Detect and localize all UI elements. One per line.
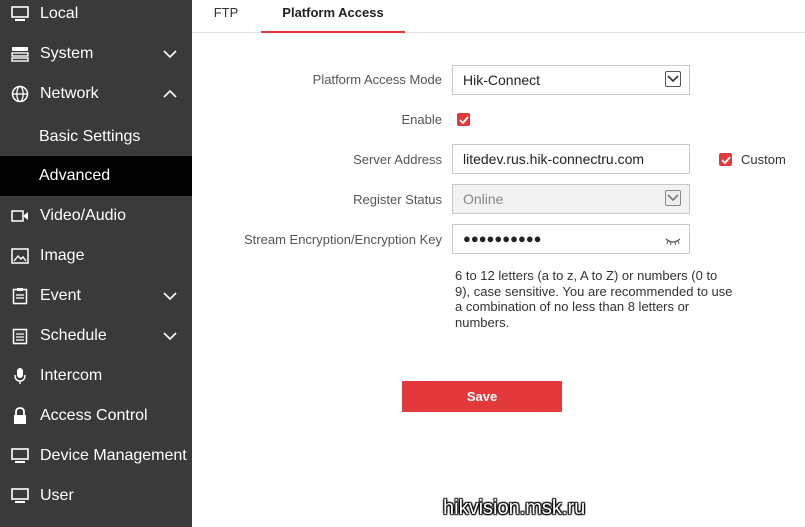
sidebar-item-label: System xyxy=(40,45,94,62)
chevron-down-icon xyxy=(163,332,177,341)
sidebar-item-access-control[interactable]: Access Control xyxy=(0,396,192,436)
event-icon xyxy=(11,287,29,305)
register-status-select: Online xyxy=(452,184,690,214)
schedule-icon xyxy=(11,327,29,345)
microphone-icon xyxy=(11,367,29,385)
tab-ftp[interactable]: FTP xyxy=(206,0,246,32)
sidebar-item-label: Basic Settings xyxy=(39,128,141,145)
sidebar-item-event[interactable]: Event xyxy=(0,276,192,316)
sidebar-item-label: Video/Audio xyxy=(40,207,126,224)
encryption-key-value: ●●●●●●●●●● xyxy=(463,231,542,246)
main-panel: FTP Platform Access Platform Access Mode… xyxy=(192,0,805,527)
image-icon xyxy=(11,247,29,265)
sidebar-item-intercom[interactable]: Intercom xyxy=(0,356,192,396)
sidebar-item-device-management[interactable]: Device Management xyxy=(0,436,192,476)
device-icon xyxy=(11,447,29,465)
sidebar-item-label: Local xyxy=(40,5,79,22)
server-address-input[interactable]: litedev.rus.hik-connectru.com xyxy=(452,144,690,174)
platform-access-mode-select[interactable]: Hik-Connect xyxy=(452,65,690,95)
server-address-value: litedev.rus.hik-connectru.com xyxy=(463,151,645,167)
sidebar-item-advanced[interactable]: Advanced xyxy=(0,156,192,196)
chevron-down-icon xyxy=(163,292,177,301)
custom-checkbox[interactable] xyxy=(719,153,732,166)
custom-label: Custom xyxy=(741,152,786,167)
watermark-text: hikvision.msk.ru xyxy=(443,497,586,519)
lock-icon xyxy=(11,407,29,425)
sidebar-item-user[interactable]: User xyxy=(0,476,192,516)
video-icon xyxy=(11,207,29,225)
sidebar-item-basic-settings[interactable]: Basic Settings xyxy=(0,117,192,157)
sidebar-item-label: Schedule xyxy=(40,327,107,344)
monitor-icon xyxy=(11,5,29,23)
sidebar-item-network[interactable]: Network xyxy=(0,74,192,114)
chevron-down-icon xyxy=(163,50,177,59)
save-button[interactable]: Save xyxy=(402,381,562,412)
encryption-key-label: Stream Encryption/Encryption Key xyxy=(244,232,442,247)
register-status-label: Register Status xyxy=(353,192,442,207)
sidebar: Local System Network Basic Settings Adva… xyxy=(0,0,192,527)
sidebar-item-local[interactable]: Local xyxy=(0,0,192,34)
chevron-up-icon xyxy=(163,89,177,98)
encryption-key-input[interactable]: ●●●●●●●●●● xyxy=(452,224,690,254)
sidebar-item-label: Intercom xyxy=(40,367,103,384)
tab-bar: FTP Platform Access xyxy=(192,0,805,33)
sidebar-item-label: Network xyxy=(40,85,99,102)
register-status-value: Online xyxy=(463,191,504,207)
chevron-down-icon xyxy=(665,190,681,206)
sidebar-item-system[interactable]: System xyxy=(0,34,192,74)
tab-platform-access[interactable]: Platform Access xyxy=(261,0,405,33)
platform-access-mode-value: Hik-Connect xyxy=(463,72,541,88)
sidebar-item-label: Advanced xyxy=(39,167,111,184)
eye-closed-icon[interactable] xyxy=(665,236,681,246)
sidebar-item-video-audio[interactable]: Video/Audio xyxy=(0,196,192,236)
enable-label: Enable xyxy=(401,112,442,127)
server-address-label: Server Address xyxy=(353,152,442,167)
sidebar-item-label: Access Control xyxy=(40,407,148,424)
sidebar-item-label: Image xyxy=(40,247,85,264)
encryption-key-hint: 6 to 12 letters (a to z, A to Z) or numb… xyxy=(455,268,733,330)
enable-checkbox[interactable] xyxy=(457,113,470,126)
user-monitor-icon xyxy=(11,487,29,505)
sidebar-item-schedule[interactable]: Schedule xyxy=(0,316,192,356)
sidebar-item-image[interactable]: Image xyxy=(0,236,192,276)
system-icon xyxy=(11,45,29,63)
sidebar-item-label: Device Management xyxy=(40,447,187,464)
globe-icon xyxy=(11,85,29,103)
platform-access-mode-label: Platform Access Mode xyxy=(312,72,442,87)
sidebar-item-label: User xyxy=(40,487,74,504)
chevron-down-icon[interactable] xyxy=(665,71,681,87)
sidebar-item-label: Event xyxy=(40,287,81,304)
